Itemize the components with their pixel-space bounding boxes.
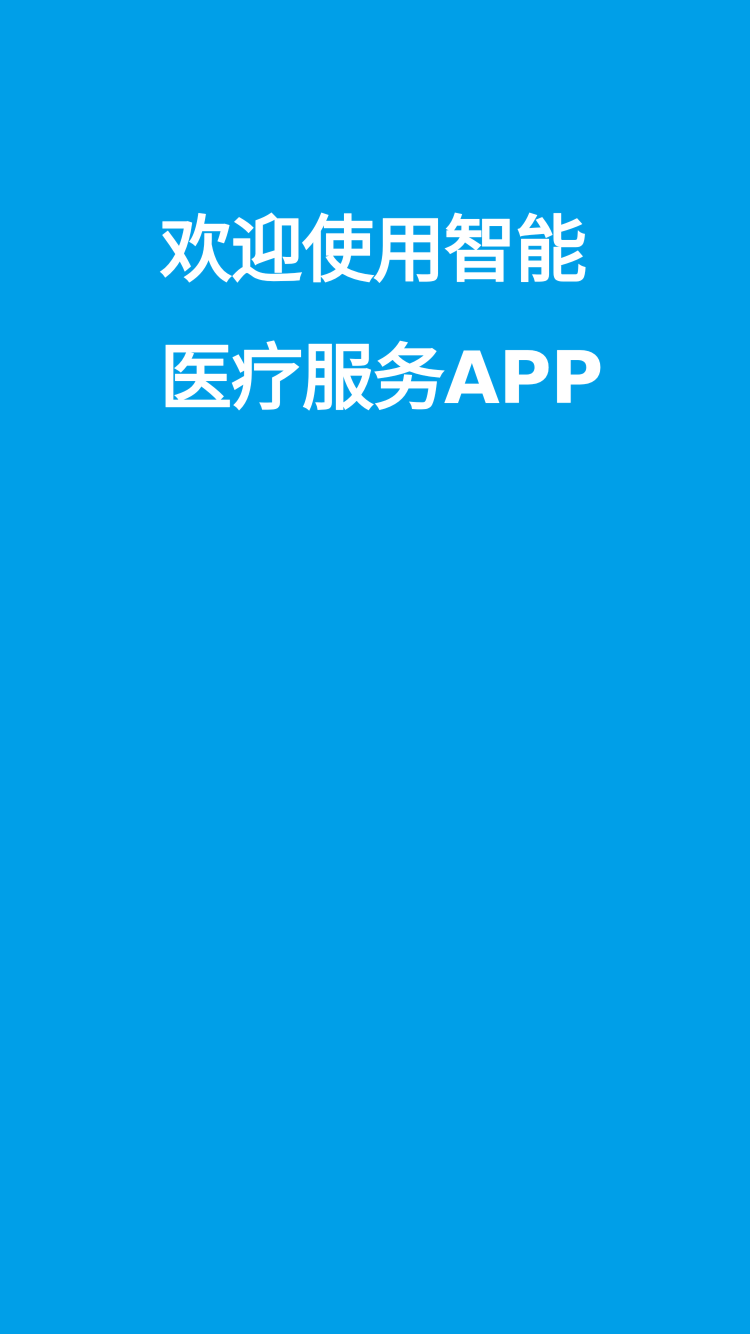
welcome-title: 欢迎使用智能 医疗服务APP (160, 198, 620, 430)
welcome-title-line-2: 医疗服务APP (160, 336, 603, 420)
splash-screen: 欢迎使用智能 医疗服务APP (0, 0, 750, 1334)
welcome-title-line-1: 欢迎使用智能 (160, 208, 587, 292)
